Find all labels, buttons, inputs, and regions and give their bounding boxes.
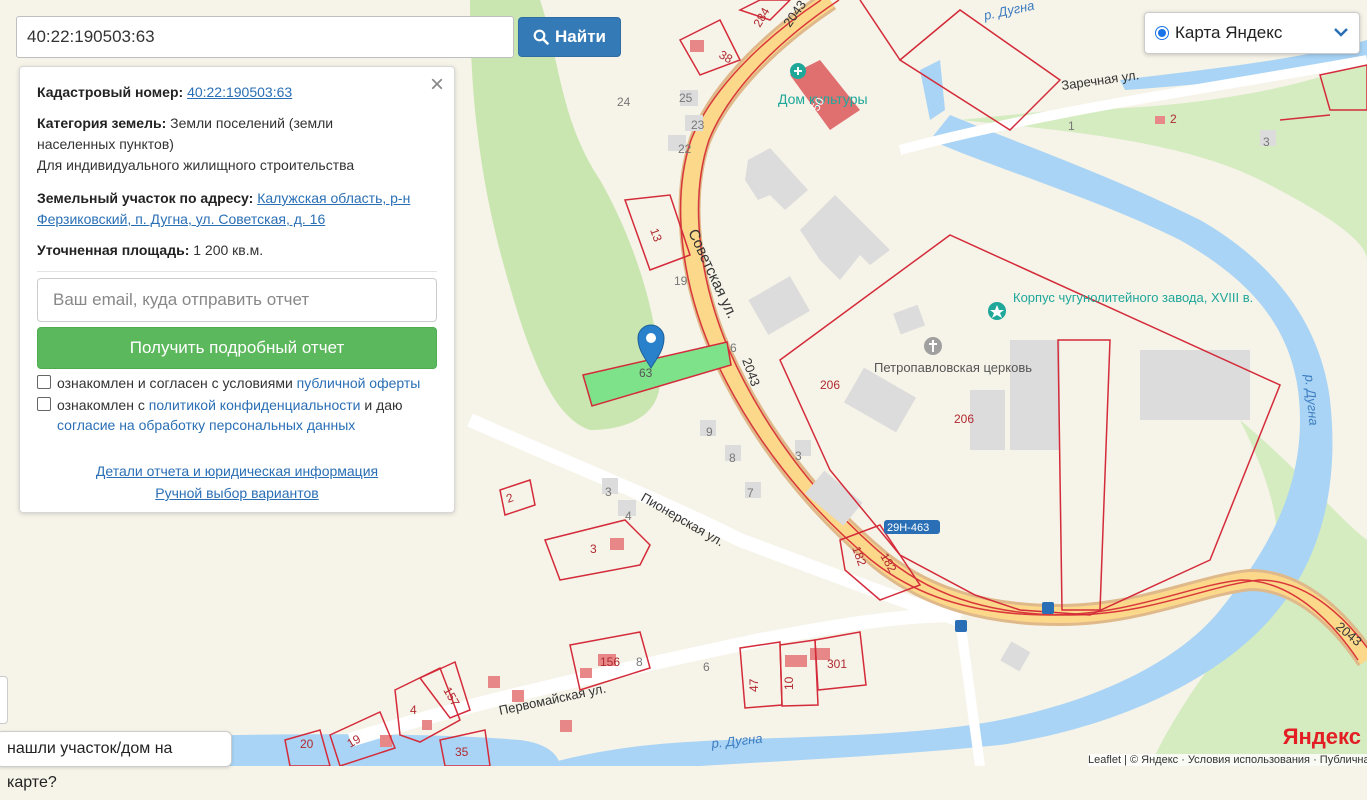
privacy-text-2: и даю — [364, 397, 403, 413]
svg-text:9: 9 — [706, 425, 713, 439]
svg-text:35: 35 — [455, 745, 469, 759]
svg-text:3: 3 — [605, 485, 612, 499]
details-link[interactable]: Детали отчета и юридическая информация — [96, 463, 378, 479]
svg-text:3: 3 — [795, 449, 802, 463]
svg-text:10: 10 — [782, 676, 796, 690]
privacy-text: ознакомлен с — [57, 397, 145, 413]
search-button-label: Найти — [555, 27, 606, 46]
yandex-logo: Яндекс — [1282, 724, 1361, 749]
svg-text:156: 156 — [600, 655, 620, 669]
privacy-link[interactable]: политикой конфиденциальности — [149, 397, 361, 413]
svg-text:301: 301 — [827, 657, 847, 671]
search-icon — [533, 29, 549, 45]
bus-stop-icon — [955, 620, 967, 632]
radio-selected-icon[interactable] — [1155, 26, 1169, 40]
privacy-checkbox[interactable] — [37, 397, 51, 411]
church-icon — [924, 337, 942, 355]
svg-text:22: 22 — [678, 142, 692, 156]
chevron-down-icon[interactable] — [1333, 24, 1349, 42]
svg-text:24: 24 — [617, 95, 631, 109]
bus-stop-icon — [1042, 602, 1054, 614]
poi-label: Корпус чугунолитейного завода, XVIII в. — [1013, 290, 1253, 305]
help-button[interactable]: нашли участок/дом на карте? — [0, 731, 232, 791]
layer-select-label: Карта Яндекс — [1175, 23, 1283, 42]
address-label: Земельный участок по адресу: — [37, 190, 254, 206]
svg-text:63: 63 — [639, 366, 653, 380]
cadastral-label: Кадастровый номер: — [37, 84, 184, 100]
svg-text:6: 6 — [730, 341, 737, 355]
svg-text:47: 47 — [747, 678, 761, 692]
email-field[interactable]: Ваш email, куда отправить отчет — [37, 278, 437, 322]
offer-link[interactable]: публичной оферты — [297, 375, 421, 391]
svg-text:25: 25 — [679, 91, 693, 105]
offer-text: ознакомлен и согласен с условиями — [57, 375, 293, 391]
offer-checkbox[interactable] — [37, 375, 51, 389]
svg-text:8: 8 — [729, 451, 736, 465]
map-attribution[interactable]: Leaflet | © Яндекс · Условия использован… — [1088, 754, 1367, 766]
svg-text:206: 206 — [820, 378, 840, 392]
svg-text:20: 20 — [300, 737, 314, 751]
divider — [37, 271, 437, 272]
landmark-icon — [988, 302, 1006, 320]
area-label: Уточненная площадь: — [37, 242, 190, 258]
layer-select[interactable]: Карта Яндекс — [1144, 12, 1360, 54]
svg-text:3: 3 — [1263, 135, 1270, 149]
get-report-button[interactable]: Получить подробный отчет — [37, 327, 437, 369]
side-control[interactable] — [0, 676, 8, 724]
area-value: 1 200 кв.м. — [193, 242, 264, 258]
svg-text:2: 2 — [1170, 112, 1177, 126]
search-input[interactable]: 40:22:190503:63 — [16, 16, 514, 58]
svg-text:1: 1 — [1068, 119, 1075, 133]
manual-choice-link[interactable]: Ручной выбор вариантов — [155, 485, 319, 501]
museum-icon — [790, 63, 806, 79]
consent-link[interactable]: согласие на обработку персональных данны… — [57, 417, 355, 433]
svg-text:6: 6 — [703, 660, 710, 674]
svg-text:23: 23 — [691, 118, 705, 132]
svg-text:3: 3 — [590, 542, 597, 556]
svg-text:4: 4 — [410, 703, 417, 717]
svg-text:8: 8 — [636, 655, 643, 669]
svg-text:19: 19 — [674, 274, 688, 288]
svg-text:7: 7 — [747, 486, 754, 500]
category-label: Категория земель: — [37, 115, 167, 131]
parcel-info-panel: × Кадастровый номер: 40:22:190503:63 Кат… — [19, 66, 455, 513]
search-button[interactable]: Найти — [518, 17, 621, 57]
svg-text:206: 206 — [954, 412, 974, 426]
route-label: 29Н-463 — [887, 522, 929, 534]
poi-label: Петропавловская церковь — [874, 360, 1032, 375]
cadastral-number-link[interactable]: 40:22:190503:63 — [187, 84, 292, 100]
svg-text:4: 4 — [625, 509, 632, 523]
usage-value: Для индивидуального жилищного строительс… — [37, 157, 355, 173]
